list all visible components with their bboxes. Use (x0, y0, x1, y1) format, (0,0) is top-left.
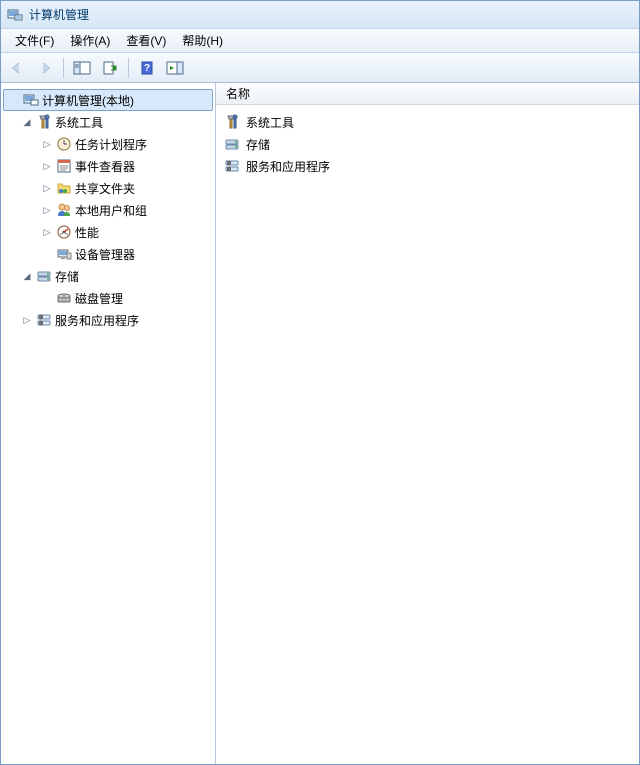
list-item-label: 存储 (246, 136, 270, 153)
tree-panel[interactable]: 计算机管理(本地) ◢ 系统工具 ▷ (1, 83, 216, 764)
clock-icon (56, 136, 72, 152)
tree-shared-folders-label: 共享文件夹 (75, 180, 135, 197)
tree-root-label: 计算机管理(本地) (42, 92, 134, 109)
event-viewer-icon (56, 158, 72, 174)
tree-local-users[interactable]: ▷ 本地用户和组 (3, 199, 213, 221)
collapse-icon[interactable]: ◢ (21, 116, 33, 128)
tree-device-manager[interactable]: 设备管理器 (3, 243, 213, 265)
window-title: 计算机管理 (29, 6, 89, 23)
tree-task-scheduler-label: 任务计划程序 (75, 136, 147, 153)
tree-storage-label: 存储 (55, 268, 79, 285)
list-item-services-apps[interactable]: 服务和应用程序 (220, 155, 635, 177)
tree-root[interactable]: 计算机管理(本地) (3, 89, 213, 111)
users-icon (56, 202, 72, 218)
expand-icon[interactable]: ▷ (41, 182, 53, 194)
show-hide-tree-button[interactable] (70, 56, 94, 80)
services-icon (224, 158, 240, 174)
menubar: 文件(F) 操作(A) 查看(V) 帮助(H) (1, 29, 639, 53)
tree-event-viewer[interactable]: ▷ 事件查看器 (3, 155, 213, 177)
window: 计算机管理 文件(F) 操作(A) 查看(V) 帮助(H) (0, 0, 640, 765)
tree-event-viewer-label: 事件查看器 (75, 158, 135, 175)
list-item-label: 系统工具 (246, 114, 294, 131)
tree-services-apps[interactable]: ▷ 服务和应用程序 (3, 309, 213, 331)
expand-icon[interactable]: ▷ (41, 160, 53, 172)
storage-icon (36, 268, 52, 284)
back-button[interactable] (5, 56, 29, 80)
disk-icon (56, 290, 72, 306)
performance-icon (56, 224, 72, 240)
toolbar-separator (63, 58, 64, 78)
tree-performance[interactable]: ▷ 性能 (3, 221, 213, 243)
show-action-pane-button[interactable] (163, 56, 187, 80)
services-icon (36, 312, 52, 328)
menu-action[interactable]: 操作(A) (62, 29, 118, 52)
menu-help[interactable]: 帮助(H) (174, 29, 231, 52)
list-header[interactable]: 名称 (216, 83, 639, 105)
expand-icon[interactable]: ▷ (41, 138, 53, 150)
menu-view[interactable]: 查看(V) (118, 29, 174, 52)
column-header-name[interactable]: 名称 (226, 85, 250, 102)
toolbar: ? (1, 53, 639, 83)
export-list-button[interactable] (98, 56, 122, 80)
storage-icon (224, 136, 240, 152)
tree-services-apps-label: 服务和应用程序 (55, 312, 139, 329)
tree-storage[interactable]: ◢ 存储 (3, 265, 213, 287)
list-panel: 名称 系统工具 (216, 83, 639, 764)
list-item-label: 服务和应用程序 (246, 158, 330, 175)
tools-icon (224, 114, 240, 130)
computer-management-icon (23, 92, 39, 108)
collapse-icon[interactable]: ◢ (21, 270, 33, 282)
expand-icon[interactable]: ▷ (41, 226, 53, 238)
tree-device-manager-label: 设备管理器 (75, 246, 135, 263)
tools-icon (36, 114, 52, 130)
tree-disk-management-label: 磁盘管理 (75, 290, 123, 307)
tree-system-tools-label: 系统工具 (55, 114, 103, 131)
list-item-storage[interactable]: 存储 (220, 133, 635, 155)
menu-file[interactable]: 文件(F) (7, 29, 62, 52)
titlebar: 计算机管理 (1, 1, 639, 29)
tree-disk-management[interactable]: 磁盘管理 (3, 287, 213, 309)
toolbar-separator (128, 58, 129, 78)
forward-button[interactable] (33, 56, 57, 80)
list-item-system-tools[interactable]: 系统工具 (220, 111, 635, 133)
tree-system-tools[interactable]: ◢ 系统工具 (3, 111, 213, 133)
help-button[interactable]: ? (135, 56, 159, 80)
list-body[interactable]: 系统工具 存储 (216, 105, 639, 764)
expand-icon[interactable]: ▷ (41, 204, 53, 216)
tree-local-users-label: 本地用户和组 (75, 202, 147, 219)
shared-folder-icon (56, 180, 72, 196)
expand-icon[interactable]: ▷ (21, 314, 33, 326)
device-manager-icon (56, 246, 72, 262)
tree-performance-label: 性能 (75, 224, 99, 241)
content-area: 计算机管理(本地) ◢ 系统工具 ▷ (1, 83, 639, 764)
tree-task-scheduler[interactable]: ▷ 任务计划程序 (3, 133, 213, 155)
computer-management-icon (7, 7, 23, 23)
svg-text:?: ? (144, 63, 150, 74)
tree-shared-folders[interactable]: ▷ 共享文件夹 (3, 177, 213, 199)
